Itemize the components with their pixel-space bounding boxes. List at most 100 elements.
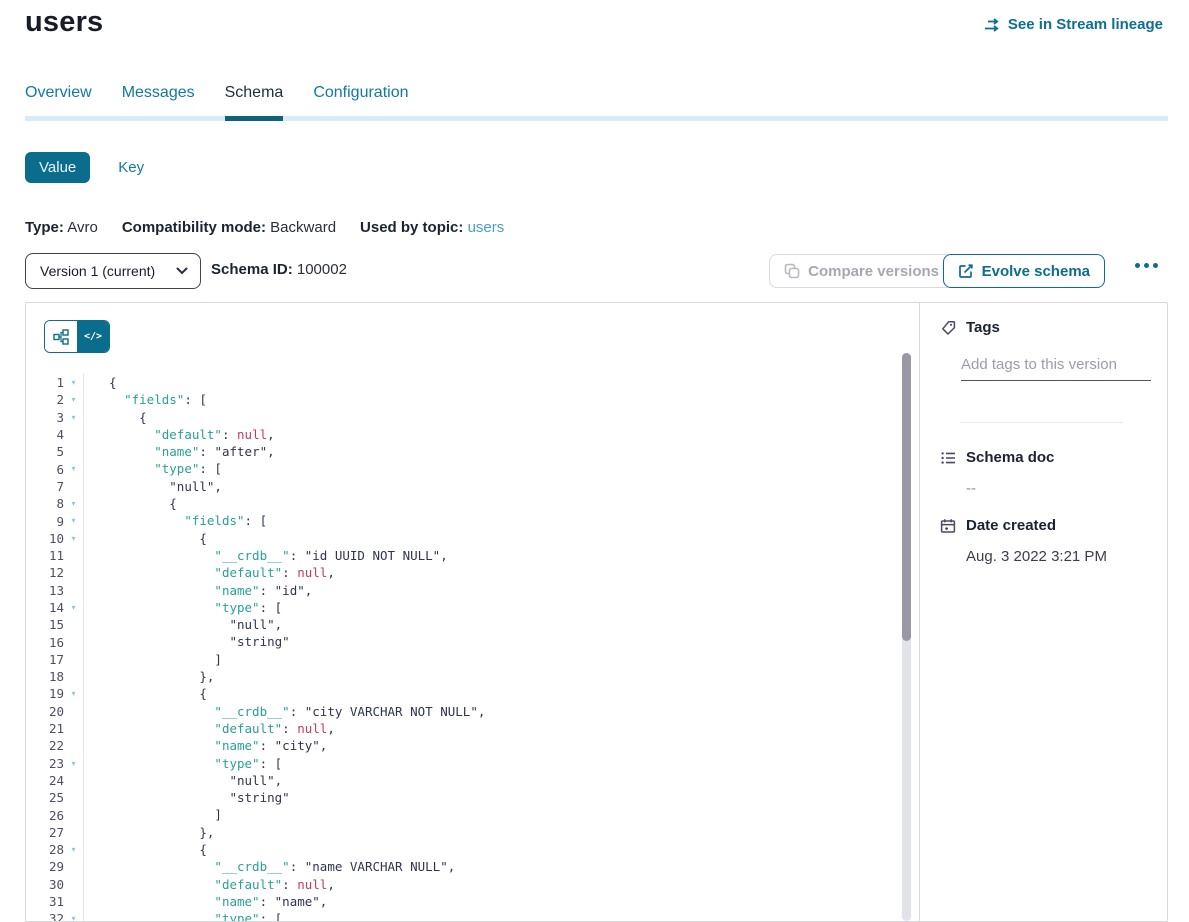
line-number: 19	[26, 686, 64, 701]
add-tags-input[interactable]	[961, 356, 1151, 381]
code-line: 31 "name": "name",	[26, 893, 891, 910]
code-line: 9▾ "fields": [	[26, 512, 891, 529]
code-line-text: {	[83, 841, 891, 858]
code-line-text: "null",	[83, 478, 891, 495]
code-line-text: "null",	[83, 616, 891, 633]
code-line: 1▾ {	[26, 374, 891, 391]
schema-id-field: Schema ID: 100002	[211, 261, 347, 278]
code-line-text: "type": [	[83, 460, 891, 477]
schema-doc-value: --	[966, 480, 1145, 497]
collapse-triangle-icon[interactable]: ▾	[64, 512, 83, 529]
collapse-triangle-icon[interactable]: ▾	[64, 391, 83, 408]
list-icon	[940, 450, 956, 466]
scrollbar-track[interactable]	[902, 353, 911, 921]
schema-id-label: Schema ID:	[211, 261, 293, 278]
code-line: 3▾ {	[26, 409, 891, 426]
chevron-down-icon	[176, 267, 188, 275]
schema-id-value: 100002	[297, 261, 347, 278]
code-line: 25 "string"	[26, 789, 891, 806]
line-number: 24	[26, 773, 64, 788]
schema-card: </> 1▾ {2▾ "fields": [3▾ {4 "default": n…	[25, 302, 1168, 922]
stream-lineage-label: See in Stream lineage	[1008, 16, 1163, 33]
compare-versions-button[interactable]: Compare versions	[769, 254, 954, 288]
code-line: 14▾ "type": [	[26, 599, 891, 616]
version-select[interactable]: Version 1 (current)	[25, 253, 201, 289]
topic-link[interactable]: users	[468, 219, 505, 236]
line-number: 2	[26, 392, 64, 407]
code-line-text: {	[83, 685, 891, 702]
code-line: 11 "__crdb__": "id UUID NOT NULL",	[26, 547, 891, 564]
tab-bar: Overview Messages Schema Configuration	[25, 84, 1168, 121]
see-in-stream-lineage-link[interactable]: See in Stream lineage	[984, 16, 1163, 33]
code-line: 26 ]	[26, 806, 891, 823]
type-value: Avro	[67, 219, 98, 236]
collapse-triangle-icon[interactable]: ▾	[64, 409, 83, 426]
ellipsis-icon	[1135, 263, 1140, 268]
scrollbar-thumb[interactable]	[902, 353, 911, 641]
code-line: 6▾ "type": [	[26, 460, 891, 477]
tab-schema[interactable]: Schema	[225, 84, 284, 121]
compare-versions-label: Compare versions	[808, 263, 939, 280]
code-line: 21 "default": null,	[26, 720, 891, 737]
code-line: 23▾ "type": [	[26, 755, 891, 772]
code-line-text: "type": [	[83, 599, 891, 616]
code-line-text: "string"	[83, 789, 891, 806]
line-number: 30	[26, 877, 64, 892]
more-options-button[interactable]	[1135, 263, 1158, 268]
line-number: 9	[26, 514, 64, 529]
code-line: 17 ]	[26, 651, 891, 668]
code-line-text: {	[83, 495, 891, 512]
code-line: 13 "name": "id",	[26, 582, 891, 599]
schema-doc-section: Schema doc --	[940, 449, 1145, 497]
version-toolbar: Version 1 (current) Schema ID: 100002 Co…	[25, 253, 1168, 289]
collapse-triangle-icon[interactable]: ▾	[64, 530, 83, 547]
line-number: 12	[26, 565, 64, 580]
code-line: 27 },	[26, 824, 891, 841]
code-line: 5 "name": "after",	[26, 443, 891, 460]
date-created-value: Aug. 3 2022 3:21 PM	[966, 548, 1145, 565]
code-line: 24 "null",	[26, 772, 891, 789]
line-number: 16	[26, 635, 64, 650]
schema-side-panel: Tags Schema doc --	[919, 303, 1167, 921]
line-number: 22	[26, 738, 64, 753]
collapse-triangle-icon[interactable]: ▾	[64, 495, 83, 512]
code-line: 4 "default": null,	[26, 426, 891, 443]
code-line: 12 "default": null,	[26, 564, 891, 581]
schema-code-editor[interactable]: 1▾ {2▾ "fields": [3▾ {4 "default": null,…	[26, 374, 891, 921]
key-toggle-button[interactable]: Key	[118, 159, 144, 176]
line-number: 15	[26, 617, 64, 632]
line-number: 7	[26, 479, 64, 494]
tags-section: Tags	[940, 319, 1145, 381]
code-line-text: {	[83, 530, 891, 547]
line-number: 26	[26, 808, 64, 823]
tree-view-button[interactable]	[45, 321, 77, 352]
code-line-text: "type": [	[83, 755, 891, 772]
evolve-schema-button[interactable]: Evolve schema	[943, 254, 1105, 288]
collapse-triangle-icon[interactable]: ▾	[64, 755, 83, 772]
collapse-triangle-icon[interactable]: ▾	[64, 460, 83, 477]
tag-icon	[940, 320, 956, 336]
collapse-triangle-icon[interactable]: ▾	[64, 599, 83, 616]
line-number: 14	[26, 600, 64, 615]
collapse-triangle-icon[interactable]: ▾	[64, 841, 83, 858]
code-line-text: "default": null,	[83, 720, 891, 737]
line-number: 5	[26, 444, 64, 459]
schema-doc-title: Schema doc	[966, 449, 1054, 466]
code-line-text: "default": null,	[83, 426, 891, 443]
code-line-text: "name": "name",	[83, 893, 891, 910]
collapse-triangle-icon[interactable]: ▾	[64, 685, 83, 702]
code-line: 7 "null",	[26, 478, 891, 495]
collapse-triangle-icon[interactable]: ▾	[64, 374, 83, 391]
compatibility-label: Compatibility mode:	[122, 219, 266, 236]
code-view-button[interactable]: </>	[77, 321, 109, 352]
code-line-text: "__crdb__": "id UUID NOT NULL",	[83, 547, 891, 564]
line-number: 32	[26, 911, 64, 921]
line-number: 10	[26, 531, 64, 546]
calendar-add-icon	[940, 518, 956, 534]
line-number: 11	[26, 548, 64, 563]
value-toggle-button[interactable]: Value	[25, 152, 90, 183]
tags-title: Tags	[966, 319, 1000, 336]
code-line-text: "default": null,	[83, 876, 891, 893]
line-number: 17	[26, 652, 64, 667]
type-field: Type: Avro	[25, 219, 98, 236]
